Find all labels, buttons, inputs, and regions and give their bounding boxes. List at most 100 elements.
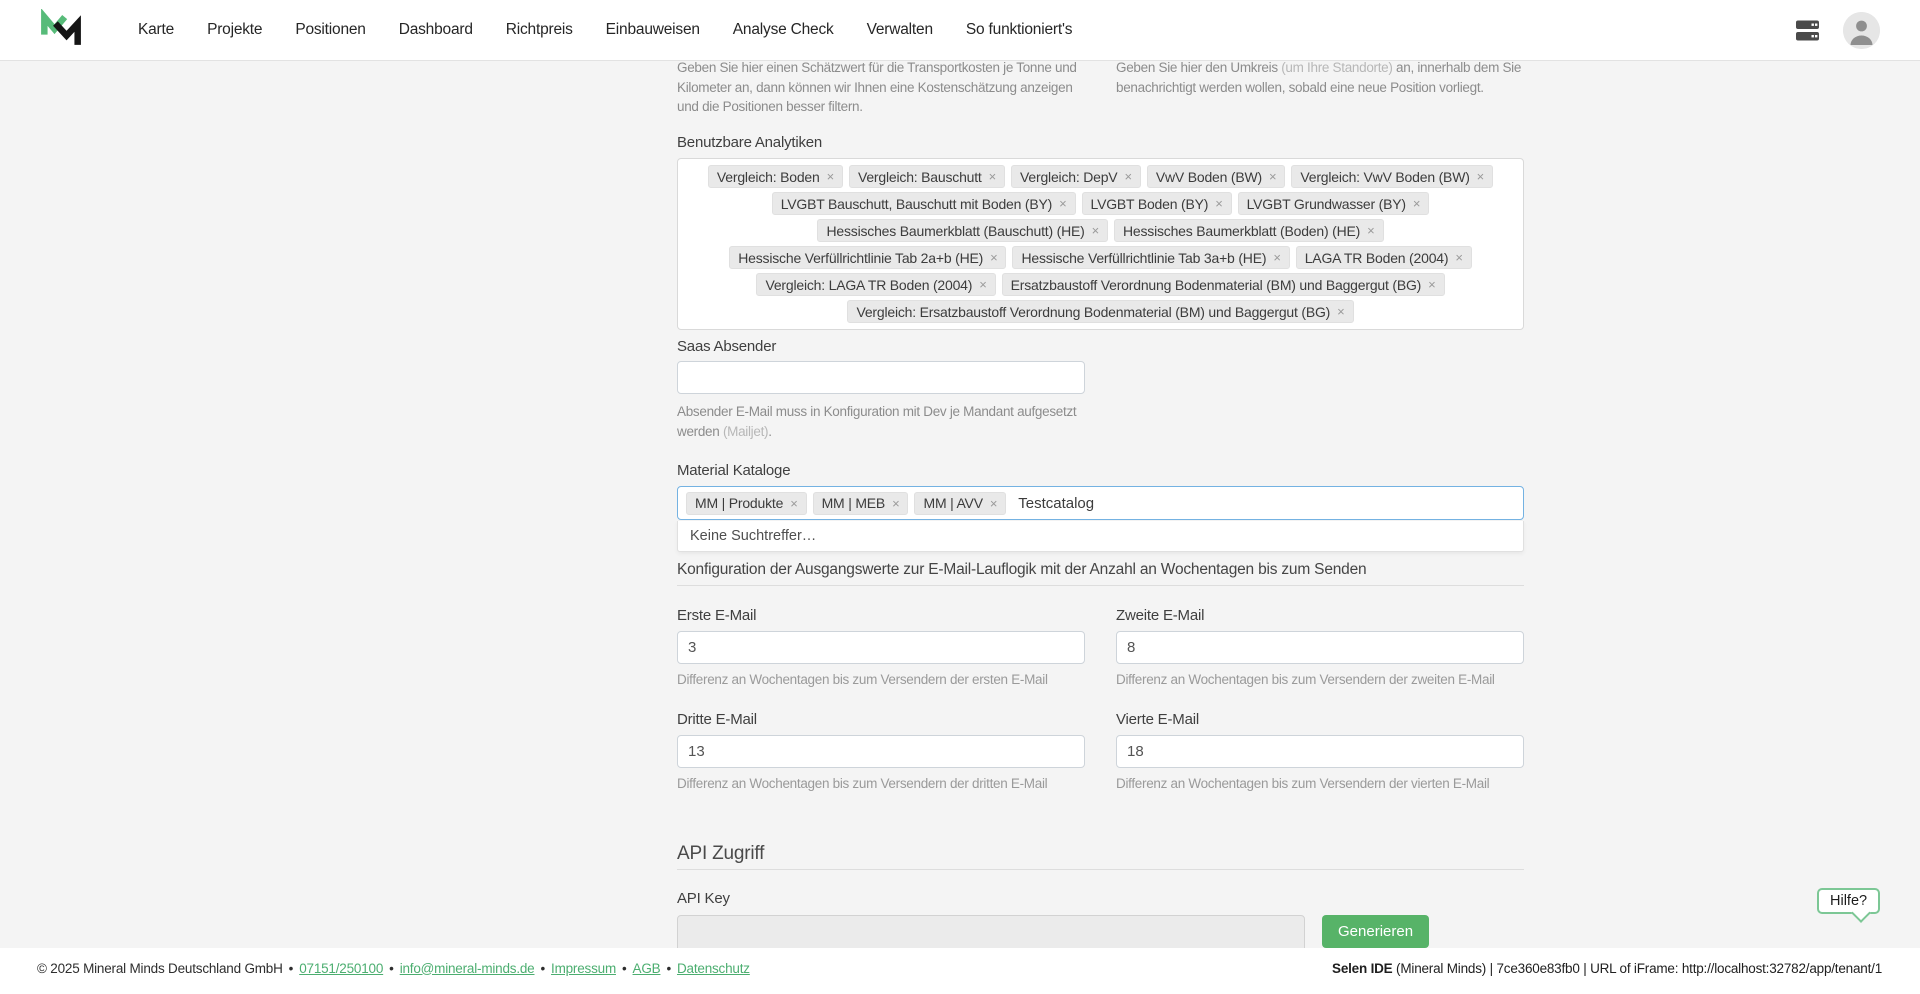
main-content: Geben Sie hier einen Schätzwert für die … — [0, 61, 1920, 948]
nav-item[interactable]: Einbauweisen — [606, 21, 700, 39]
email-field: Dritte E-Mail Differenz an Wochentagen b… — [677, 711, 1085, 791]
nav-item[interactable]: Dashboard — [399, 21, 473, 39]
api-key-input[interactable] — [677, 915, 1305, 948]
remove-tag-icon[interactable]: × — [1337, 305, 1344, 318]
analytics-tag: LVGBT Bauschutt, Bauschutt mit Boden (BY… — [772, 192, 1076, 215]
analytics-tag: Vergleich: LAGA TR Boden (2004)× — [756, 273, 995, 296]
email-field-label: Zweite E-Mail — [1116, 607, 1524, 624]
remove-tag-icon[interactable]: × — [1413, 197, 1420, 210]
analytics-tag: Vergleich: DepV× — [1011, 165, 1141, 188]
analytics-tag: Hessische Verfüllrichtlinie Tab 3a+b (HE… — [1012, 246, 1289, 269]
remove-tag-icon[interactable]: × — [790, 497, 797, 510]
remove-tag-icon[interactable]: × — [979, 278, 986, 291]
api-access-heading: API Zugriff — [677, 843, 764, 865]
radius-helper: Geben Sie hier den Umkreis (um Ihre Stan… — [1116, 61, 1524, 117]
analytics-tag: Hessische Verfüllrichtlinie Tab 2a+b (HE… — [729, 246, 1006, 269]
footer: © 2025 Mineral Minds Deutschland GmbH • … — [0, 948, 1920, 994]
catalog-search-typed-text[interactable]: Testcatalog — [1018, 495, 1094, 512]
email-field-helper: Differenz an Wochentagen bis zum Versend… — [677, 672, 1085, 687]
nav-item[interactable]: Richtpreis — [506, 21, 573, 39]
intro-helper-row: Geben Sie hier einen Schätzwert für die … — [677, 61, 1524, 117]
remove-tag-icon[interactable]: × — [1059, 197, 1066, 210]
analytics-tag: LAGA TR Boden (2004)× — [1296, 246, 1472, 269]
remove-tag-icon[interactable]: × — [1092, 224, 1099, 237]
analytics-tag: Vergleich: Bauschutt× — [849, 165, 1005, 188]
no-results-message: Keine Suchtreffer… — [690, 528, 816, 544]
email-days-input[interactable] — [1116, 735, 1524, 768]
user-avatar-icon[interactable] — [1843, 12, 1880, 49]
nav-item[interactable]: Verwalten — [867, 21, 933, 39]
saas-sender-label: Saas Absender — [677, 338, 776, 355]
material-catalogs-label: Material Kataloge — [677, 462, 790, 479]
divider — [677, 585, 1524, 586]
footer-link-impressum[interactable]: Impressum — [551, 961, 616, 976]
analytics-tags-box[interactable]: Vergleich: Boden× Vergleich: Bauschutt× … — [677, 158, 1524, 330]
transport-cost-helper: Geben Sie hier einen Schätzwert für die … — [677, 61, 1085, 117]
help-bubble[interactable]: Hilfe? — [1817, 888, 1880, 914]
nav-item[interactable]: Projekte — [207, 21, 262, 39]
saas-sender-input[interactable] — [677, 361, 1085, 394]
email-field-helper: Differenz an Wochentagen bis zum Versend… — [1116, 776, 1524, 791]
email-field-helper: Differenz an Wochentagen bis zum Versend… — [1116, 672, 1524, 687]
nav-item[interactable]: Analyse Check — [733, 21, 834, 39]
catalog-search-dropdown: Keine Suchtreffer… — [677, 521, 1524, 552]
analytics-tag: VwV Boden (BW)× — [1147, 165, 1286, 188]
analytics-tag: Hessisches Baumerkblatt (Bauschutt) (HE)… — [817, 219, 1108, 242]
nav-item[interactable]: Karte — [138, 21, 174, 39]
ide-status-text: Selen IDE (Mineral Minds) | 7ce360e83fb0… — [1332, 961, 1882, 976]
remove-tag-icon[interactable]: × — [990, 251, 997, 264]
footer-link-phone[interactable]: 07151/250100 — [299, 961, 383, 976]
remove-tag-icon[interactable]: × — [1273, 251, 1280, 264]
catalog-tag: MM | Produkte× — [686, 492, 807, 515]
footer-legal: © 2025 Mineral Minds Deutschland GmbH • … — [37, 961, 750, 976]
catalog-tag: MM | MEB× — [813, 492, 909, 515]
analytics-tag: LVGBT Boden (BY)× — [1082, 192, 1232, 215]
mineral-minds-logo[interactable] — [36, 9, 86, 51]
analytics-tag: Ersatzbaustoff Verordnung Bodenmaterial … — [1002, 273, 1445, 296]
email-field-label: Erste E-Mail — [677, 607, 1085, 624]
nav-item[interactable]: Positionen — [295, 21, 365, 39]
footer-link-email[interactable]: info@mineral-minds.de — [400, 961, 535, 976]
api-key-row: Generieren — [677, 915, 1429, 948]
email-field-label: Vierte E-Mail — [1116, 711, 1524, 728]
api-key-label: API Key — [677, 890, 730, 907]
nav-right — [1794, 12, 1880, 49]
footer-link-datenschutz[interactable]: Datenschutz — [677, 961, 750, 976]
generate-api-key-button[interactable]: Generieren — [1322, 915, 1429, 948]
remove-tag-icon[interactable]: × — [990, 497, 997, 510]
remove-tag-icon[interactable]: × — [1124, 170, 1131, 183]
email-field-helper: Differenz an Wochentagen bis zum Versend… — [677, 776, 1085, 791]
help-bubble-label: Hilfe? — [1830, 893, 1867, 909]
server-stack-icon[interactable] — [1794, 17, 1821, 44]
nav-item[interactable]: So funktioniert's — [966, 21, 1072, 39]
email-days-input[interactable] — [677, 631, 1085, 664]
remove-tag-icon[interactable]: × — [1455, 251, 1462, 264]
remove-tag-icon[interactable]: × — [1269, 170, 1276, 183]
email-field: Vierte E-Mail Differenz an Wochentagen b… — [1116, 711, 1524, 791]
analytics-tag: Vergleich: Ersatzbaustoff Verordnung Bod… — [847, 300, 1353, 323]
page: Karte Projekte Positionen Dashboard Richtpre… — [0, 0, 1920, 994]
remove-tag-icon[interactable]: × — [1428, 278, 1435, 291]
email-days-input[interactable] — [677, 735, 1085, 768]
copyright-text: © 2025 Mineral Minds Deutschland GmbH — [37, 961, 283, 976]
remove-tag-icon[interactable]: × — [892, 497, 899, 510]
email-field: Zweite E-Mail Differenz an Wochentagen b… — [1116, 607, 1524, 687]
saas-sender-helper: Absender E-Mail muss in Konfiguration mi… — [677, 402, 1107, 441]
email-config-heading: Konfiguration der Ausgangswerte zur E-Ma… — [677, 561, 1366, 579]
analytics-tag: Hessisches Baumerkblatt (Boden) (HE)× — [1114, 219, 1384, 242]
divider — [677, 869, 1524, 870]
top-nav: Karte Projekte Positionen Dashboard Richtpre… — [0, 0, 1920, 61]
email-field: Erste E-Mail Differenz an Wochentagen bi… — [677, 607, 1085, 687]
remove-tag-icon[interactable]: × — [989, 170, 996, 183]
footer-link-agb[interactable]: AGB — [633, 961, 661, 976]
remove-tag-icon[interactable]: × — [1367, 224, 1374, 237]
email-days-input[interactable] — [1116, 631, 1524, 664]
remove-tag-icon[interactable]: × — [1215, 197, 1222, 210]
material-catalogs-input[interactable]: MM | Produkte× MM | MEB× MM | AVV× Testc… — [677, 486, 1524, 520]
remove-tag-icon[interactable]: × — [1477, 170, 1484, 183]
remove-tag-icon[interactable]: × — [827, 170, 834, 183]
analytics-tag: LVGBT Grundwasser (BY)× — [1238, 192, 1430, 215]
analytics-tag: Vergleich: VwV Boden (BW)× — [1291, 165, 1493, 188]
analytics-label: Benutzbare Analytiken — [677, 134, 822, 151]
main-menu: Karte Projekte Positionen Dashboard Richtpre… — [138, 21, 1072, 39]
